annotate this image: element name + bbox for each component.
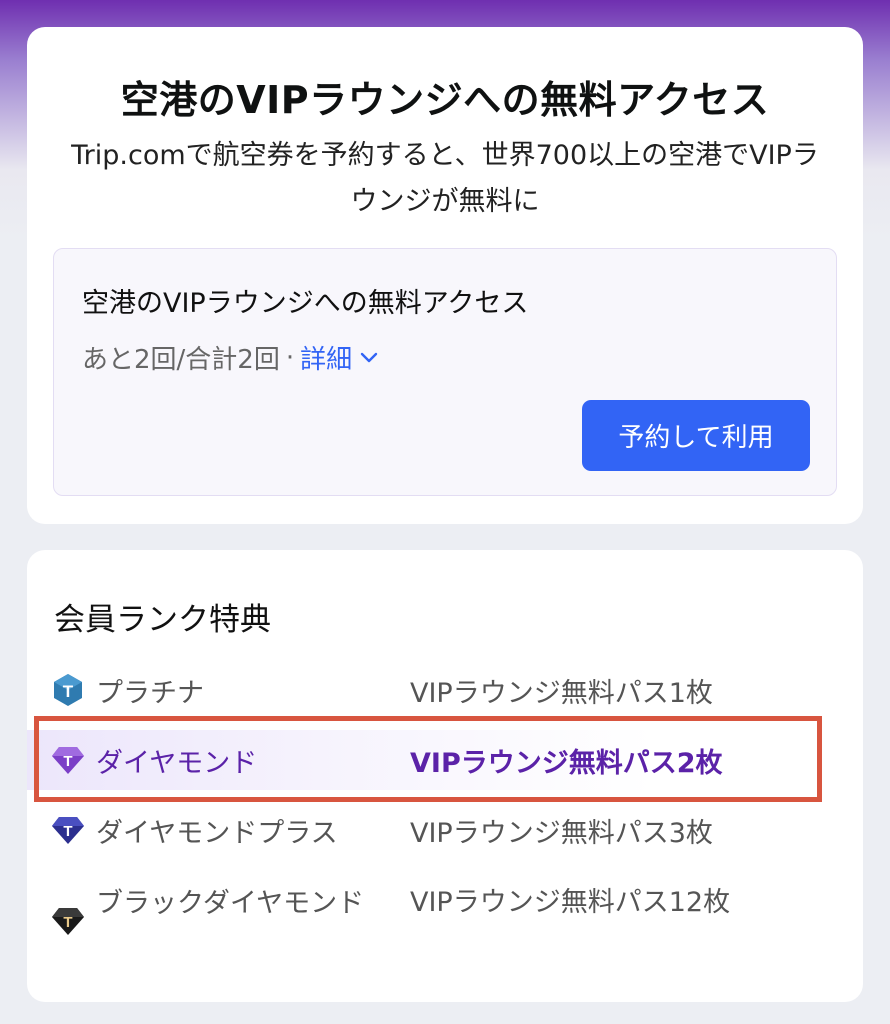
- remaining-uses: あと2回/合計2回: [82, 345, 280, 375]
- chevron-down-icon: [360, 352, 378, 362]
- tier-row-black-diamond: T ブラックダイヤモンド VIPラウンジ無料パス12枚: [27, 870, 863, 980]
- details-label: 詳細: [300, 345, 353, 375]
- black-diamond-badge-icon: T: [52, 908, 84, 935]
- svg-text:T: T: [63, 682, 74, 701]
- tier-name: ダイヤモンド: [96, 747, 258, 779]
- benefit-title: 空港のVIPラウンジへの無料アクセス: [82, 288, 529, 319]
- meta-separator: ·: [285, 342, 295, 373]
- tier-row-platinum: T プラチナ VIPラウンジ無料パス1枚: [27, 660, 863, 720]
- svg-text:T: T: [63, 753, 72, 770]
- tier-row-diamond-plus: T ダイヤモンドプラス VIPラウンジ無料パス3枚: [27, 800, 863, 860]
- svg-text:T: T: [63, 823, 72, 840]
- promo-title: 空港のVIPラウンジへの無料アクセス: [120, 78, 770, 122]
- benefit-meta: あと2回/合計2回 · 詳細: [82, 339, 378, 376]
- lounge-promo-card: 空港のVIPラウンジへの無料アクセス Trip.comで航空券を予約すると、世界…: [27, 27, 863, 524]
- book-and-use-button[interactable]: 予約して利用: [582, 400, 810, 471]
- tier-benefit: VIPラウンジ無料パス3枚: [410, 817, 713, 849]
- membership-benefits-card: 会員ランク特典 T プラチナ VIPラウンジ無料パス1枚 T ダイヤモンド VI…: [27, 550, 863, 1002]
- tier-row-diamond: T ダイヤモンド VIPラウンジ無料パス2枚: [27, 730, 863, 790]
- tier-benefit: VIPラウンジ無料パス12枚: [410, 887, 731, 918]
- lounge-benefit-box: 空港のVIPラウンジへの無料アクセス あと2回/合計2回 · 詳細 予約して利用: [53, 248, 837, 496]
- tier-benefit: VIPラウンジ無料パス1枚: [410, 677, 713, 709]
- tier-name: ダイヤモンドプラス: [96, 817, 338, 849]
- tier-name: プラチナ: [96, 677, 204, 709]
- diamond-plus-badge-icon: T: [52, 817, 84, 844]
- section-title: 会員ランク特典: [54, 602, 271, 638]
- tier-name: ブラックダイヤモンド: [96, 888, 365, 919]
- diamond-badge-icon: T: [52, 747, 84, 774]
- svg-text:T: T: [63, 914, 72, 931]
- details-link[interactable]: 詳細: [300, 339, 378, 376]
- tier-benefit: VIPラウンジ無料パス2枚: [410, 747, 723, 779]
- promo-subtitle: Trip.comで航空券を予約すると、世界700以上の空港でVIPラウンジが無料…: [71, 140, 819, 217]
- platinum-badge-icon: T: [54, 674, 82, 706]
